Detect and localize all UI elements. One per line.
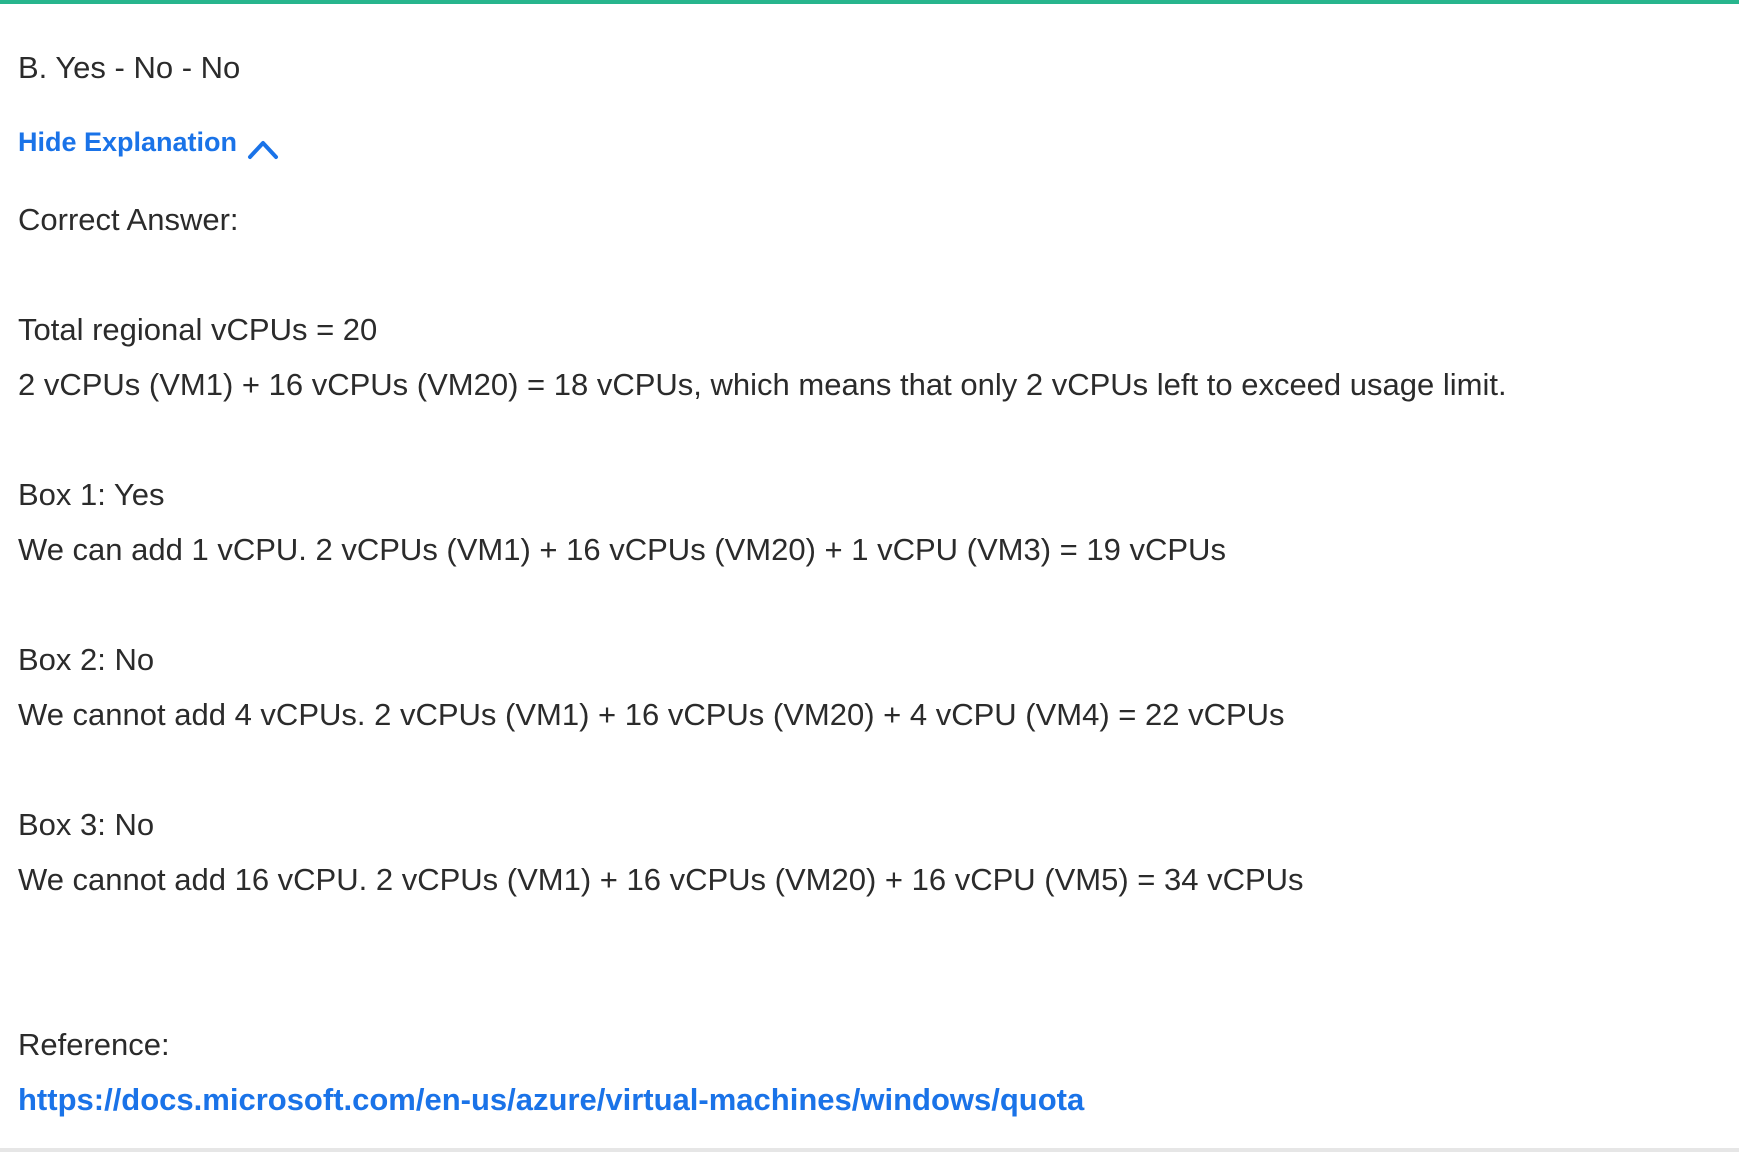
explanation-panel: B. Yes - No - No Hide Explanation Correc… bbox=[0, 0, 1739, 1152]
reference-link[interactable]: https://docs.microsoft.com/en-us/azure/v… bbox=[18, 1080, 1084, 1120]
reference-label: Reference: bbox=[18, 1027, 170, 1062]
hide-explanation-toggle[interactable]: Hide Explanation bbox=[18, 122, 279, 162]
box-1-detail: We can add 1 vCPU. 2 vCPUs (VM1) + 16 vC… bbox=[18, 532, 1226, 567]
box-3-detail: We cannot add 16 vCPU. 2 vCPUs (VM1) + 1… bbox=[18, 862, 1304, 897]
total-vcpus-line: Total regional vCPUs = 20 bbox=[18, 312, 378, 347]
selected-answer: B. Yes - No - No bbox=[18, 50, 241, 85]
box-1-heading: Box 1: Yes bbox=[18, 477, 165, 512]
box-2-detail: We cannot add 4 vCPUs. 2 vCPUs (VM1) + 1… bbox=[18, 697, 1285, 732]
correct-answer-heading: Correct Answer: bbox=[18, 202, 239, 237]
chevron-up-icon bbox=[247, 131, 279, 159]
hide-explanation-label: Hide Explanation bbox=[18, 127, 238, 157]
bottom-divider bbox=[0, 1148, 1739, 1152]
box-2-heading: Box 2: No bbox=[18, 642, 155, 677]
summary-line: 2 vCPUs (VM1) + 16 vCPUs (VM20) = 18 vCP… bbox=[18, 367, 1507, 402]
box-3-heading: Box 3: No bbox=[18, 807, 155, 842]
